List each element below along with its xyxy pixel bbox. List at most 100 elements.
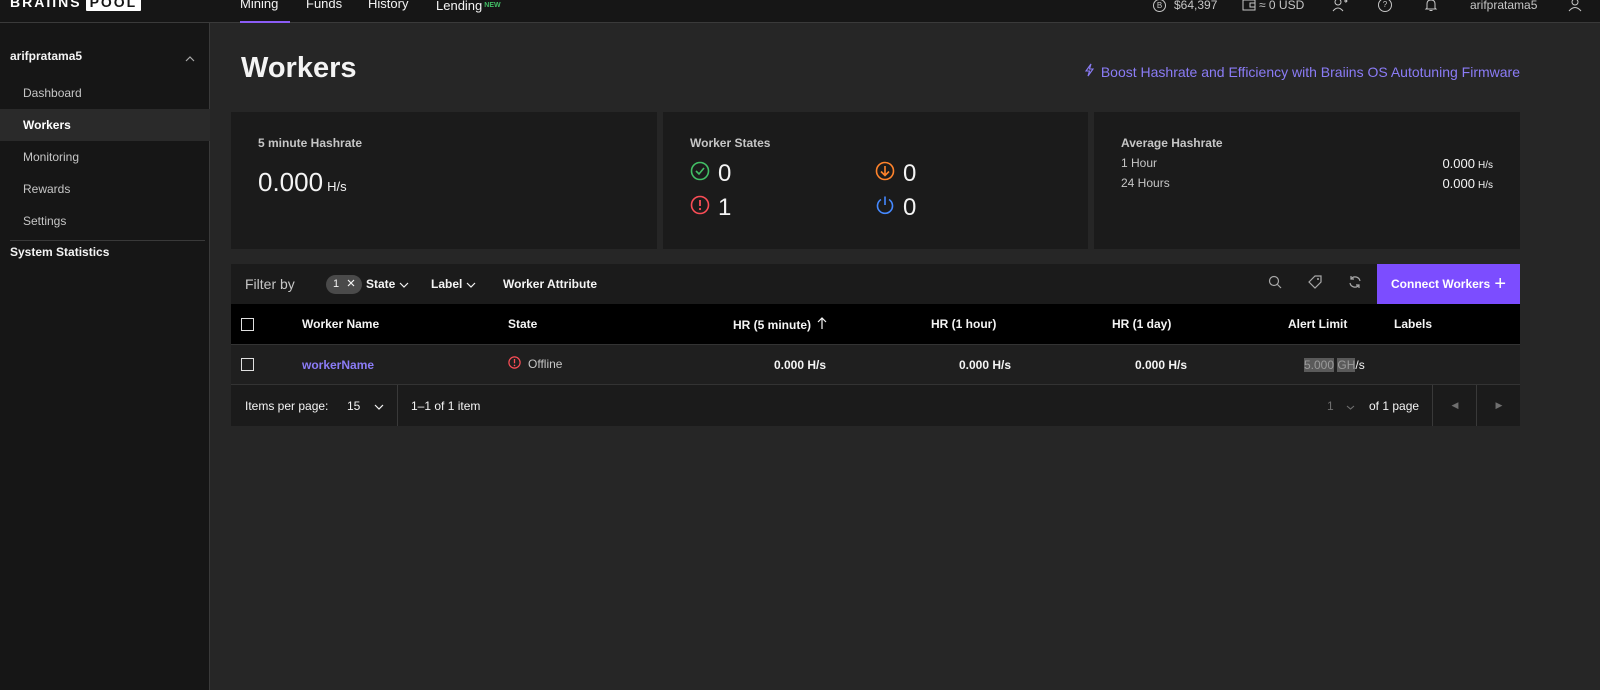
state-dropdown[interactable]: State bbox=[366, 277, 409, 291]
average-hashrate-label: Average Hashrate bbox=[1121, 136, 1223, 150]
worker-attribute-filter[interactable]: Worker Attribute bbox=[503, 277, 597, 291]
avg-number: 0.000 bbox=[1442, 156, 1475, 171]
username[interactable]: arifpratama5 bbox=[1470, 0, 1537, 15]
tab-lending[interactable]: Lending NEW bbox=[436, 0, 501, 25]
chevron-up-icon[interactable] bbox=[185, 50, 195, 65]
avg-period: 1 Hour bbox=[1121, 156, 1158, 170]
refresh-icon[interactable] bbox=[1348, 275, 1362, 292]
boost-link-label: Boost Hashrate and Efficiency with Braii… bbox=[1100, 63, 1520, 80]
col-worker-name[interactable]: Worker Name bbox=[302, 317, 379, 331]
alert-circle-icon bbox=[690, 194, 710, 222]
arrow-down-circle-icon bbox=[875, 160, 895, 188]
check-circle-icon bbox=[690, 160, 710, 188]
active-filter-chip[interactable]: 1 bbox=[326, 275, 363, 294]
avg-row-1h: 1 Hour 0.000 H/s bbox=[1121, 156, 1493, 171]
worker-hr-5min: 0.000 H/s bbox=[774, 358, 826, 372]
sidebar-item-label: Monitoring bbox=[23, 150, 80, 164]
worker-alert-limit[interactable]: 5.000 GH/s bbox=[1304, 358, 1365, 372]
user-switch-icon[interactable] bbox=[1332, 0, 1348, 15]
sidebar-item-dashboard[interactable]: Dashboard bbox=[0, 77, 210, 109]
avg-value: 0.000 H/s bbox=[1442, 176, 1493, 191]
table-row[interactable]: workerName Offline 0.000 H/s 0.000 H/s 0… bbox=[231, 345, 1520, 385]
help-icon[interactable]: ? bbox=[1378, 0, 1392, 15]
state-disabled-count: 0 bbox=[903, 194, 917, 221]
sidebar-account[interactable]: arifpratama5 bbox=[10, 49, 82, 63]
hr-value: 0.000 bbox=[959, 358, 990, 372]
worker-state-label: Offline bbox=[528, 357, 563, 371]
state-ok[interactable]: 0 bbox=[690, 160, 731, 188]
filter-by-label: Filter by bbox=[245, 276, 295, 292]
select-all-checkbox[interactable] bbox=[241, 318, 254, 331]
col-hr-1hour[interactable]: HR (1 hour) bbox=[931, 317, 996, 331]
prev-page-button[interactable]: ◀ bbox=[1433, 385, 1477, 426]
average-hashrate-card: Average Hashrate 1 Hour 0.000 H/s 24 Hour… bbox=[1094, 112, 1520, 249]
state-offline[interactable]: 1 bbox=[690, 194, 731, 222]
row-checkbox[interactable] bbox=[241, 358, 254, 371]
col-labels[interactable]: Labels bbox=[1394, 317, 1432, 331]
sidebar-item-label: Dashboard bbox=[23, 86, 82, 100]
sidebar-item-monitoring[interactable]: Monitoring bbox=[0, 141, 210, 173]
search-icon[interactable] bbox=[1268, 275, 1282, 292]
col-hr-5min[interactable]: HR (5 minute) bbox=[733, 317, 827, 333]
tab-mining[interactable]: Mining bbox=[240, 0, 290, 23]
chevron-down-icon bbox=[466, 277, 476, 291]
alert-limit-suffix: /s bbox=[1355, 358, 1365, 372]
tag-icon[interactable] bbox=[1308, 275, 1322, 292]
next-page-button[interactable]: ▶ bbox=[1477, 385, 1521, 426]
brand-left: BRAIINS bbox=[10, 0, 82, 10]
label-dropdown[interactable]: Label bbox=[431, 277, 476, 291]
hashrate-value: 0.000 H/s bbox=[258, 167, 347, 198]
hr-unit: H/s bbox=[992, 358, 1012, 372]
tab-mining-label: Mining bbox=[240, 0, 279, 11]
wallet-balance[interactable]: ≈ 0 USD bbox=[1242, 0, 1304, 15]
hr-unit: H/s bbox=[807, 358, 827, 372]
brand-right: POOL bbox=[85, 0, 142, 11]
worker-state: Offline bbox=[508, 356, 562, 372]
workers-table-header: Worker Name State HR (5 minute) HR (1 ho… bbox=[231, 304, 1520, 345]
avg-unit: H/s bbox=[1478, 160, 1493, 171]
lightning-icon bbox=[1084, 63, 1095, 80]
user-icon[interactable] bbox=[1568, 0, 1582, 15]
bitcoin-icon: B bbox=[1153, 0, 1166, 12]
connect-workers-label: Connect Workers bbox=[1391, 277, 1491, 291]
tab-funds[interactable]: Funds bbox=[306, 0, 342, 23]
items-per-page-label: Items per page: bbox=[245, 399, 329, 413]
close-icon[interactable] bbox=[347, 275, 355, 294]
boost-firmware-link[interactable]: Boost Hashrate and Efficiency with Braii… bbox=[1084, 63, 1520, 80]
tab-history-label: History bbox=[368, 0, 409, 11]
avg-row-24h: 24 Hours 0.000 H/s bbox=[1121, 176, 1493, 191]
worker-states-card: Worker States 0 0 1 0 bbox=[663, 112, 1088, 249]
col-hr-5min-label: HR (5 minute) bbox=[733, 318, 811, 332]
tab-history[interactable]: History bbox=[368, 0, 408, 23]
btc-price-value: $64,397 bbox=[1174, 0, 1218, 12]
col-hr-1day[interactable]: HR (1 day) bbox=[1112, 317, 1171, 331]
avg-unit: H/s bbox=[1478, 180, 1493, 191]
worker-states-label: Worker States bbox=[690, 136, 771, 150]
items-per-page-select[interactable]: 15 bbox=[347, 399, 384, 413]
worker-hr-1hour: 0.000 H/s bbox=[959, 358, 1011, 372]
state-low[interactable]: 0 bbox=[875, 160, 916, 188]
alert-circle-icon bbox=[508, 356, 521, 372]
hashrate-number: 0.000 bbox=[258, 167, 324, 197]
notifications-icon[interactable] bbox=[1424, 0, 1438, 15]
state-disabled[interactable]: 0 bbox=[875, 194, 916, 222]
alert-limit-prefix: GH bbox=[1337, 358, 1356, 372]
sidebar-item-label: Workers bbox=[23, 118, 71, 132]
sidebar-item-settings[interactable]: Settings bbox=[0, 205, 210, 237]
tab-funds-label: Funds bbox=[306, 0, 343, 11]
sidebar-item-workers[interactable]: Workers bbox=[0, 109, 210, 141]
sidebar-item-label: Settings bbox=[23, 214, 67, 228]
brand-logo[interactable]: BRAIINS POOL bbox=[10, 0, 142, 12]
state-ok-count: 0 bbox=[718, 160, 732, 187]
page-select[interactable]: 1 bbox=[1327, 399, 1355, 413]
col-alert-limit[interactable]: Alert Limit bbox=[1288, 317, 1347, 331]
hr-value: 0.000 bbox=[774, 358, 805, 372]
sidebar-item-label: Rewards bbox=[23, 182, 71, 196]
connect-workers-button[interactable]: Connect Workers + bbox=[1377, 264, 1520, 304]
sidebar-system-statistics[interactable]: System Statistics bbox=[10, 245, 109, 259]
sidebar-item-rewards[interactable]: Rewards bbox=[0, 173, 210, 205]
col-state[interactable]: State bbox=[508, 317, 537, 331]
hashrate-card-label: 5 minute Hashrate bbox=[258, 136, 363, 150]
worker-name-link[interactable]: workerName bbox=[302, 358, 374, 372]
hr-unit: H/s bbox=[1168, 358, 1188, 372]
